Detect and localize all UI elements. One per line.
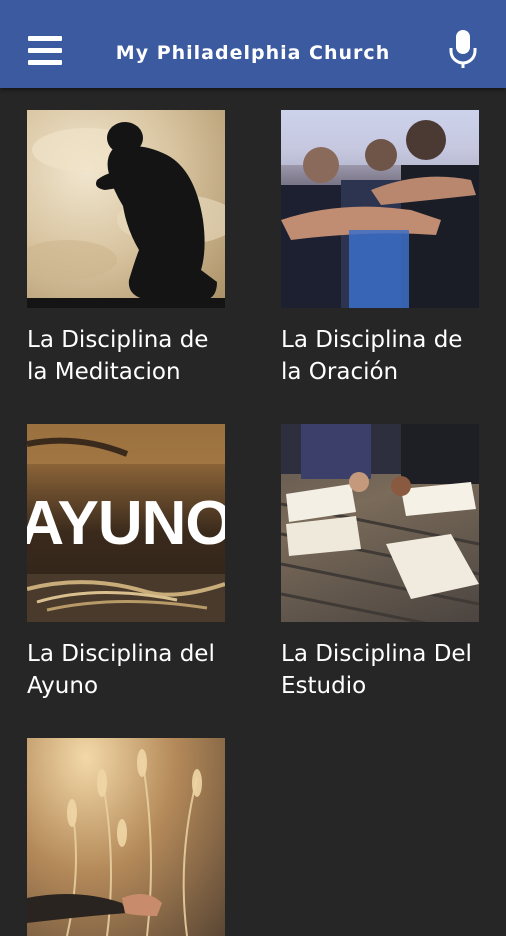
meditacion-image	[27, 110, 225, 308]
card-ayuno[interactable]: AYUNO La Disciplina del Ayuno	[27, 424, 225, 702]
card-caption: La Disciplina Del Estudio	[281, 641, 472, 699]
card-caption: La Disciplina de la Oración	[281, 327, 463, 385]
ayuno-image-text: AYUNO	[27, 489, 225, 558]
app-title: My Philadelphia Church	[115, 42, 391, 64]
discipline-grid: La Disciplina de la Meditacion La Discip…	[0, 88, 506, 936]
card-item-5[interactable]	[27, 738, 225, 936]
estudio-image	[281, 424, 479, 622]
item-5-image	[27, 738, 225, 936]
hamburger-menu-icon	[28, 36, 62, 41]
app-bar: My Philadelphia Church	[0, 0, 506, 88]
card-oracion[interactable]: La Disciplina de la Oración	[281, 110, 479, 388]
card-caption: La Disciplina del Ayuno	[27, 641, 215, 699]
card-estudio[interactable]: La Disciplina Del Estudio	[281, 424, 479, 702]
card-meditacion[interactable]: La Disciplina de la Meditacion	[27, 110, 225, 388]
ayuno-image: AYUNO	[27, 424, 225, 622]
microphone-icon	[449, 30, 477, 68]
card-caption: La Disciplina de la Meditacion	[27, 327, 209, 385]
voice-search-button[interactable]	[448, 30, 478, 70]
oracion-image	[281, 110, 479, 308]
